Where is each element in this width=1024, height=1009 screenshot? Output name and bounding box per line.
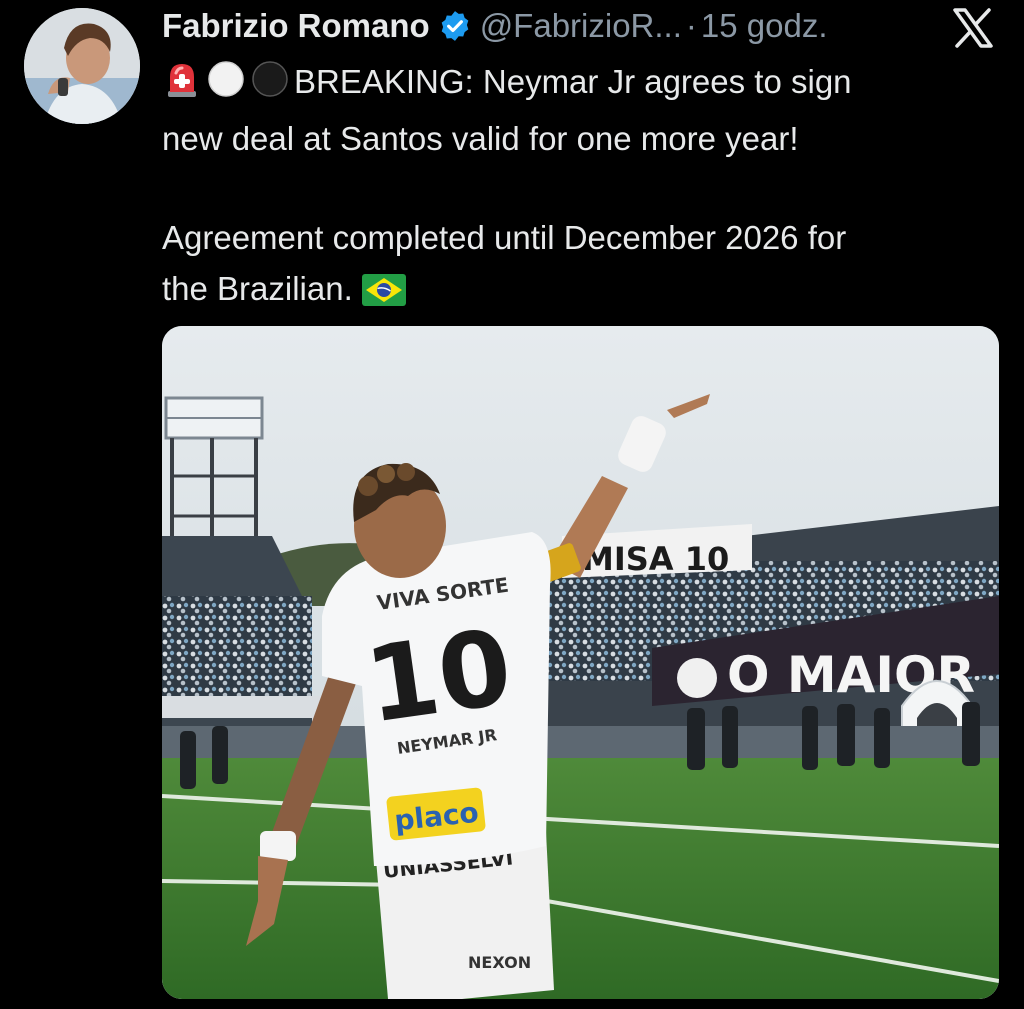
siren-emoji-icon [162,59,202,113]
tweet-text-line-2: new deal at Santos valid for one more ye… [162,120,799,157]
brazil-flag-emoji-icon [361,269,406,320]
tweet-header: Fabrizio Romano @FabrizioR... · 15 godz. [162,6,1004,46]
tweet-text-line-4: the Brazilian. [162,270,353,307]
avatar[interactable] [24,8,140,124]
author-handle[interactable]: @FabrizioR... [480,7,682,45]
header-separator: · [685,7,697,44]
tweet-line-4: the Brazilian. [162,263,1007,320]
tweet-text-line-1: BREAKING: Neymar Jr agrees to sign [294,63,852,100]
verified-badge-icon [438,9,472,43]
brand-text: NEXON [468,953,531,972]
black-circle-emoji-icon [250,59,290,113]
tweet-line-1: BREAKING: Neymar Jr agrees to sign [162,56,1007,113]
author-name[interactable]: Fabrizio Romano [162,7,430,45]
tweet-text-line-3: Agreement completed until December 2026 … [162,219,847,256]
post-timestamp[interactable]: 15 godz. [701,7,828,45]
tweet-text: BREAKING: Neymar Jr agrees to sign new d… [162,56,1007,320]
white-circle-emoji-icon [206,59,246,113]
x-logo-icon [952,8,994,48]
tweet-media-image[interactable]: MISA 10 O MAIOR UNIASSELVI NEXON VIVA SO… [162,326,999,999]
banner-top-text: MISA 10 [582,540,729,578]
